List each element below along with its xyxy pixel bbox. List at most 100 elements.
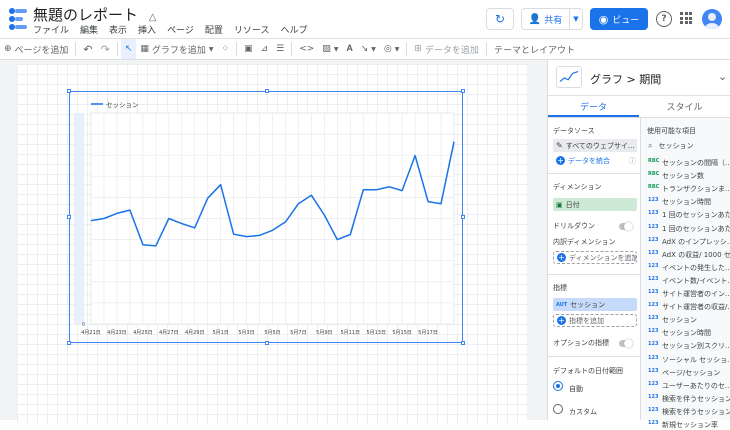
resize-handle[interactable] [67,89,71,93]
metric-chip-sessions[interactable]: AUT セッション [553,298,637,311]
redo-button[interactable]: ↷ [97,39,114,59]
line-chart-type-icon[interactable] [556,66,582,88]
apps-grid-icon[interactable] [680,12,692,24]
field-type-icon: 123 [648,210,659,217]
help-icon[interactable]: ? [656,11,672,27]
embed-url-button[interactable]: <> [295,39,318,59]
avatar[interactable] [702,9,722,29]
date-range-custom-radio[interactable] [553,404,563,414]
add-metric-button[interactable]: + 指標を追加 [553,314,637,327]
resize-handle[interactable] [461,341,465,345]
field-name: トランザクションま... [662,185,730,194]
menu-insert[interactable]: 挿入 [138,23,156,36]
resize-handle[interactable] [461,215,465,219]
chart-type-breadcrumb[interactable]: グラフ > 期間 [590,71,661,87]
data-control-button[interactable]: ⊿ [257,39,273,59]
data-source-chip[interactable]: ✎ すべてのウェブサイ... [553,139,637,152]
add-dimension-label: ディメンションを追加 [569,253,637,262]
available-field-item[interactable]: 123 サイト運営者のイン... [648,289,730,299]
search-icon: ⌕ [648,140,653,150]
available-field-item[interactable]: 123 セッション [648,315,730,325]
chevron-down-icon[interactable]: ⌄ [718,70,727,83]
optional-metric-toggle[interactable] [619,339,633,348]
add-page-button[interactable]: ⊕ ページを追加 [0,39,72,59]
available-field-item[interactable]: 123 検索を伴うセッション [648,407,730,417]
available-field-item[interactable]: 1231 回のセッションあた... [648,210,730,220]
available-field-item[interactable]: 123 ユーザーあたりのセ... [648,381,730,391]
date-range-auto-radio[interactable] [553,381,563,391]
share-dropdown-button[interactable]: ▼ [569,8,583,30]
blend-data-button[interactable]: + データを統合 ⓘ [553,154,639,167]
view-button[interactable]: ◉ ビュー [590,8,648,30]
edit-pencil-icon: ✎ [556,141,563,150]
tab-data[interactable]: データ [548,96,639,117]
field-name: ユーザーあたりのセ... [662,381,730,390]
data-studio-logo-icon[interactable] [8,6,28,32]
community-viz-button[interactable]: ⁘ [218,39,234,59]
refresh-button[interactable]: ↻ [486,8,514,30]
resize-handle[interactable] [67,341,71,345]
menu-help[interactable]: ヘルプ [280,23,307,36]
field-search-input[interactable]: ⌕ セッション [645,139,729,152]
available-field-item[interactable]: 123 新規セッション率 [648,420,730,430]
available-field-item[interactable]: 123 セッション時間 [648,197,730,207]
add-chart-button[interactable]: ▦ グラフを追加 ▼ [136,39,217,59]
available-field-item[interactable]: 123 AdX のインプレッシ... [648,237,730,247]
resize-handle[interactable] [461,89,465,93]
field-name: セッション [662,316,697,325]
available-field-item[interactable]: 1231 回のセッションあた... [648,224,730,234]
text-button[interactable]: 𝐀 [342,39,356,59]
field-type-icon: 123 [648,393,659,400]
shape-button[interactable]: ◎ ▼ [380,39,403,59]
available-field-item[interactable]: 123 セッション時間 [648,328,730,338]
resize-handle[interactable] [265,89,269,93]
menu-edit[interactable]: 編集 [80,23,98,36]
calendar-icon: ▣ [244,44,253,54]
add-data-button[interactable]: ⊞ データを追加 [410,39,483,59]
chart-selection-frame[interactable] [67,89,465,345]
help-circle-icon: ⓘ [629,156,636,165]
available-field-item[interactable]: RBC トランザクションま... [648,184,730,194]
menu-view[interactable]: 表示 [109,23,127,36]
resize-handle[interactable] [265,341,269,345]
menu-resource[interactable]: リソース [234,23,270,36]
available-field-item[interactable]: RBC セッション数 [648,171,730,181]
menu-file[interactable]: ファイル [33,23,69,36]
field-type-icon: 123 [648,380,659,387]
available-field-item[interactable]: 123 サイト運営者の収益/... [648,302,730,312]
add-chart-label: グラフを追加 [151,45,206,56]
report-title[interactable]: 無題のレポート △ [33,4,157,25]
dimension-chip-date[interactable]: ▣ 日付 [553,198,637,211]
field-type-icon: 123 [648,406,659,413]
theme-layout-button[interactable]: テーマとレイアウト [490,39,579,59]
date-control-button[interactable]: ▣ [240,39,257,59]
field-type-icon: RBC [648,158,660,164]
field-type-icon: 123 [648,275,659,282]
share-button[interactable]: 👤 共有 [521,8,569,30]
available-field-item[interactable]: RBC セッションの間隔（... [648,158,730,168]
code-icon: <> [299,44,315,54]
available-field-item[interactable]: 123 イベントの発生した... [648,263,730,273]
image-icon: ▨ [322,44,331,54]
image-button[interactable]: ▨ ▼ [318,39,342,59]
add-metric-label: 指標を追加 [569,316,604,325]
available-field-item[interactable]: 123 イベント数/イベント... [648,276,730,286]
select-tool-button[interactable]: ↖ [120,39,137,59]
field-type-icon: 123 [648,197,659,204]
add-dimension-button[interactable]: + ディメンションを追加 [553,251,637,264]
menu-page[interactable]: ページ [167,23,194,36]
available-field-item[interactable]: 123 ページ/セッション [648,368,730,378]
tab-style[interactable]: スタイル [639,96,730,117]
available-field-item[interactable]: 123 セッション別スクリ... [648,341,730,351]
filter-control-button[interactable]: ☰ [272,39,288,59]
available-field-item[interactable]: 123 検索を伴うセッション [648,394,730,404]
menu-arrange[interactable]: 配置 [205,23,223,36]
undo-button[interactable]: ↶ [79,39,96,59]
caret-down-icon: ▼ [573,15,579,23]
resize-handle[interactable] [67,215,71,219]
report-title-text[interactable]: 無題のレポート [33,6,138,24]
available-field-item[interactable]: 123 AdX の収益/ 1000 セ... [648,250,730,260]
available-field-item[interactable]: 123 ソーシャル セッショ... [648,355,730,365]
drilldown-toggle[interactable] [619,222,633,231]
line-button[interactable]: ↘ ▼ [357,39,380,59]
